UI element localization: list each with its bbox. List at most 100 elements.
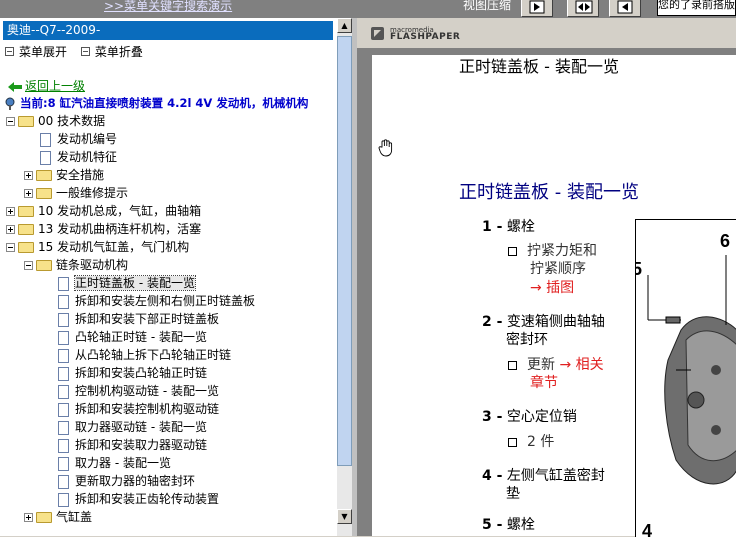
tree-folder[interactable]: 00 技术数据: [6, 112, 105, 130]
tree-folder[interactable]: 13 发动机曲柄连杆机构，活塞: [6, 220, 201, 238]
collapse-left-button[interactable]: [521, 0, 553, 17]
item-3: 3 - 空心定位销: [482, 408, 577, 426]
sub-renew-text: 更新: [527, 357, 555, 373]
document-icon: [58, 348, 69, 363]
tree-folder[interactable]: 气缸盖: [24, 508, 92, 524]
expand-toggle-icon[interactable]: [6, 207, 15, 216]
tree-label: 拆卸和安装左侧和右侧正时链盖板: [75, 294, 256, 308]
document-icon: [58, 492, 69, 507]
item-2-num: 2 -: [482, 314, 503, 330]
tree-folder[interactable]: 链条驱动机构: [24, 256, 128, 274]
tree-label: 取力器 - 装配一览: [75, 456, 171, 470]
expand-toggle-icon[interactable]: [24, 189, 33, 198]
item-4: 4 - 左侧气缸盖密封: [482, 467, 605, 485]
item-1-num: 1 -: [482, 219, 503, 235]
item-2-text: 变速箱侧曲轴轴: [506, 314, 605, 330]
parts-diagram: 5 6 4: [635, 219, 736, 537]
item-4-text: 左侧气缸盖密封: [506, 468, 605, 484]
tree-label: 取力器驱动链 - 装配一览: [75, 420, 207, 434]
tree-item[interactable]: 更新取力器的轴密封环: [42, 472, 195, 490]
tree-item[interactable]: 从凸轮轴上拆下凸轮轴正时链: [42, 346, 231, 364]
tree-item[interactable]: 发动机特征: [24, 148, 117, 166]
tree-item[interactable]: 拆卸和安装控制机构驱动链: [42, 400, 219, 418]
tree-folder[interactable]: 10 发动机总成，气缸，曲轴箱: [6, 202, 201, 220]
document-icon: [58, 456, 69, 471]
tree-item[interactable]: 控制机构驱动链 - 装配一览: [42, 382, 219, 400]
folder-icon: [18, 206, 34, 217]
tree-label: 从凸轮轴上拆下凸轮轴正时链: [75, 348, 232, 362]
folder-icon: [18, 224, 34, 235]
menu-scrollbar[interactable]: ▲ ▼: [337, 18, 352, 536]
tree-item[interactable]: 拆卸和安装左侧和右侧正时链盖板: [42, 292, 255, 310]
item-5-text: 螺栓: [506, 517, 535, 533]
scroll-thumb[interactable]: [337, 36, 352, 466]
tree-label: 气缸盖: [56, 510, 93, 524]
item-3-num: 3 -: [482, 409, 503, 425]
sub-count: 2 件: [508, 433, 554, 451]
collapse-toggle-icon[interactable]: [6, 243, 15, 252]
tree-item[interactable]: 发动机编号: [24, 130, 117, 148]
document-icon: [58, 330, 69, 345]
document-icon: [58, 294, 69, 309]
view-label: 视图压缩: [463, 0, 512, 12]
tree-label: 拆卸和安装下部正时链盖板: [75, 312, 220, 326]
collapse-toggle-icon[interactable]: [6, 117, 15, 126]
tree-label: 00 技术数据: [38, 114, 106, 128]
tree-label: 10 发动机总成，气缸，曲轴箱: [38, 204, 202, 218]
tree-item[interactable]: 取力器驱动链 - 装配一览: [42, 418, 207, 436]
document-page[interactable]: 正时链盖板 - 装配一览 正时链盖板 - 装配一览 1 - 螺栓 拧紧力矩和 拧…: [372, 55, 736, 537]
tree-label: 发动机编号: [57, 132, 118, 146]
expand-toggle-icon[interactable]: [6, 225, 15, 234]
back-arrow-icon: [8, 81, 22, 92]
search-demo-link[interactable]: >>菜单关键字搜索演示: [104, 0, 232, 14]
item-1-text: 螺栓: [506, 219, 535, 235]
tree-item[interactable]: 拆卸和安装取力器驱动链: [42, 436, 207, 454]
page-title: 正时链盖板 - 装配一览: [459, 182, 639, 203]
scroll-up-button[interactable]: ▲: [337, 18, 352, 33]
info-box: 您的了录前搭版: [657, 0, 736, 16]
folder-icon: [36, 512, 52, 523]
current-location-text: 当前:8 缸汽油直接喷射装置 4.2l 4V 发动机，机械机构: [20, 96, 309, 110]
item-1: 1 - 螺栓: [482, 218, 535, 236]
expand-toggle-icon[interactable]: [24, 513, 33, 522]
tree-item[interactable]: 拆卸和安装下部正时链盖板: [42, 310, 219, 328]
collapse-icon: [80, 47, 90, 56]
item-4-cont: 垫: [506, 486, 520, 502]
illustration-link[interactable]: → 插图: [530, 279, 574, 297]
related-link[interactable]: → 相关: [555, 357, 603, 373]
arrow-right-icon: [529, 0, 545, 14]
document-icon: [58, 384, 69, 399]
tree-label: 拆卸和安装凸轮轴正时链: [75, 366, 208, 380]
collapse-right-button[interactable]: [609, 0, 641, 17]
tree-label: 安全措施: [56, 168, 105, 182]
expand-menu-label: 菜单展开: [19, 45, 68, 59]
hand-cursor-icon: [378, 139, 393, 157]
tree-item[interactable]: 取力器 - 装配一览: [42, 454, 171, 472]
tree-label: 发动机特征: [57, 150, 118, 164]
menu-panel: 奥迪--Q7--2009- 菜单展开 菜单折叠 返回上一级 当前:8 缸汽油直接…: [0, 18, 352, 536]
expand-toggle-icon[interactable]: [24, 171, 33, 180]
item-4-num: 4 -: [482, 468, 503, 484]
collapse-menu-button[interactable]: 菜单折叠: [80, 43, 143, 60]
tree-folder[interactable]: 15 发动机气缸盖，气门机构: [6, 238, 189, 256]
collapse-toggle-icon[interactable]: [24, 261, 33, 270]
sub-sequence: 拧紧顺序: [530, 261, 586, 277]
split-arrows-icon: [575, 0, 593, 14]
split-view-button[interactable]: [567, 0, 599, 17]
item-2-cont: 密封环: [506, 332, 548, 348]
expand-menu-button[interactable]: 菜单展开: [5, 43, 67, 60]
collapse-menu-label: 菜单折叠: [94, 45, 143, 59]
location-pin-icon: [5, 97, 15, 110]
tree-item[interactable]: 拆卸和安装正齿轮传动装置: [42, 490, 219, 508]
back-link[interactable]: 返回上一级: [8, 77, 85, 94]
scroll-down-button[interactable]: ▼: [337, 509, 352, 524]
sub-count-text: 2 件: [527, 434, 555, 450]
tree-item[interactable]: 正时链盖板 - 装配一览: [42, 274, 196, 292]
tree-folder[interactable]: 安全措施: [24, 166, 104, 184]
tree-item[interactable]: 凸轮轴正时链 - 装配一览: [42, 328, 207, 346]
tree-folder[interactable]: 一般维修提示: [24, 184, 128, 202]
menu-tree: 00 技术数据发动机编号发动机特征安全措施一般维修提示 10 发动机总成，气缸，曲…: [0, 112, 336, 524]
item-5: 5 - 螺栓: [482, 516, 535, 534]
chapter-link[interactable]: 章节: [530, 374, 558, 392]
tree-item[interactable]: 拆卸和安装凸轮轴正时链: [42, 364, 207, 382]
